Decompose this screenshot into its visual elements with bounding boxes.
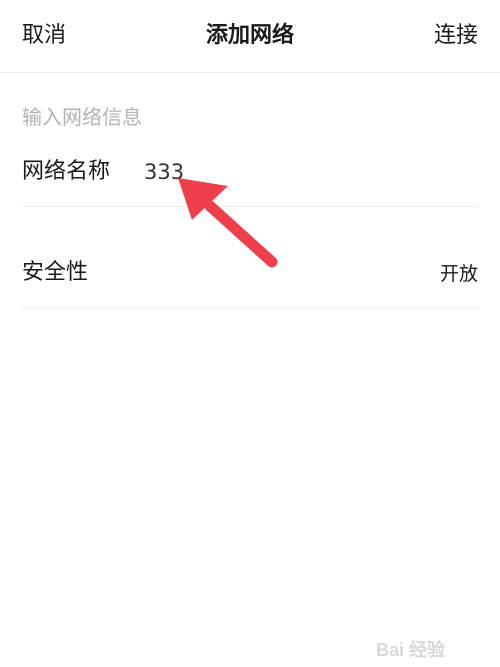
baidu-jingyan-watermark: Bai 经验 bbox=[376, 639, 446, 660]
security-value[interactable]: 开放 bbox=[440, 260, 478, 288]
annotation-arrow-shaft bbox=[204, 200, 278, 268]
connect-button[interactable]: 连接 bbox=[434, 22, 478, 50]
page-title: 添加网络 bbox=[205, 23, 294, 48]
section-header: 输入网络信息 bbox=[22, 105, 142, 129]
watermark-text: Bai 经验 bbox=[376, 639, 446, 660]
annotation-arrow-icon bbox=[178, 178, 278, 268]
network-name-label: 网络名称 bbox=[22, 159, 111, 184]
security-label: 安全性 bbox=[22, 260, 89, 285]
navigation-bar: 取消 添加网络 连接 bbox=[0, 0, 500, 73]
